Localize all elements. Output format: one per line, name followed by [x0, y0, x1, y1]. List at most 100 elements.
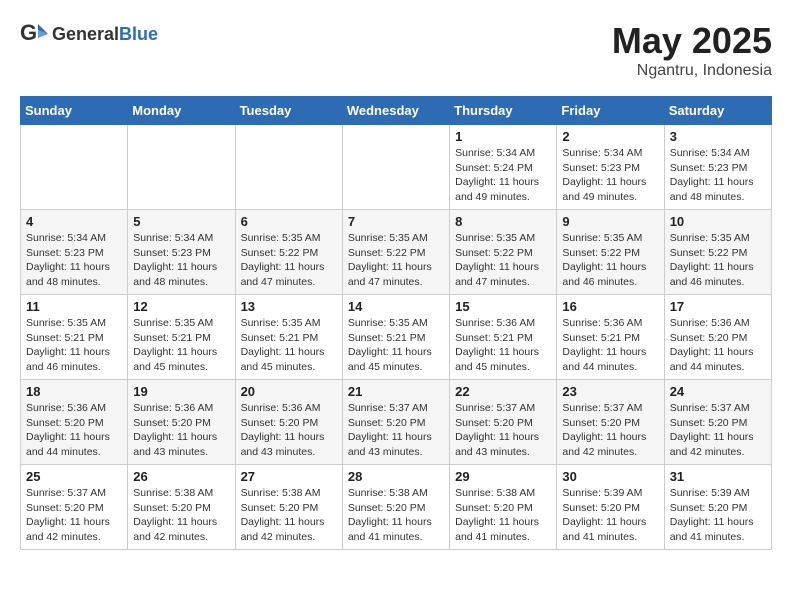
day-info: Sunrise: 5:34 AM Sunset: 5:24 PM Dayligh…	[455, 146, 551, 205]
day-info: Sunrise: 5:37 AM Sunset: 5:20 PM Dayligh…	[348, 401, 444, 460]
day-info: Sunrise: 5:36 AM Sunset: 5:21 PM Dayligh…	[562, 316, 658, 375]
day-info: Sunrise: 5:34 AM Sunset: 5:23 PM Dayligh…	[133, 231, 229, 290]
day-info: Sunrise: 5:38 AM Sunset: 5:20 PM Dayligh…	[455, 486, 551, 545]
day-info: Sunrise: 5:35 AM Sunset: 5:21 PM Dayligh…	[241, 316, 337, 375]
calendar-cell: 27 Sunrise: 5:38 AM Sunset: 5:20 PM Dayli…	[235, 465, 342, 550]
header-row: Sunday Monday Tuesday Wednesday Thursday…	[21, 97, 772, 125]
day-number: 1	[455, 129, 551, 144]
day-number: 15	[455, 299, 551, 314]
calendar-cell: 17 Sunrise: 5:36 AM Sunset: 5:20 PM Dayli…	[664, 295, 771, 380]
calendar-cell: 16Sunrise: 5:36 AM Sunset: 5:21 PM Dayli…	[557, 295, 664, 380]
day-number: 31	[670, 469, 766, 484]
col-saturday: Saturday	[664, 97, 771, 125]
day-info: Sunrise: 5:34 AM Sunset: 5:23 PM Dayligh…	[26, 231, 122, 290]
day-number: 23	[562, 384, 658, 399]
day-number: 10	[670, 214, 766, 229]
day-number: 22	[455, 384, 551, 399]
day-info: Sunrise: 5:35 AM Sunset: 5:22 PM Dayligh…	[670, 231, 766, 290]
col-friday: Friday	[557, 97, 664, 125]
day-number: 13	[241, 299, 337, 314]
day-info: Sunrise: 5:35 AM Sunset: 5:21 PM Dayligh…	[348, 316, 444, 375]
calendar-cell: 28 Sunrise: 5:38 AM Sunset: 5:20 PM Dayli…	[342, 465, 449, 550]
calendar-week-2: 4 Sunrise: 5:34 AM Sunset: 5:23 PM Daylig…	[21, 210, 772, 295]
day-info: Sunrise: 5:35 AM Sunset: 5:22 PM Dayligh…	[241, 231, 337, 290]
month-title: May 2025	[612, 20, 772, 62]
day-number: 3	[670, 129, 766, 144]
calendar-week-1: 1 Sunrise: 5:34 AM Sunset: 5:24 PM Daylig…	[21, 125, 772, 210]
calendar-cell: 9 Sunrise: 5:35 AM Sunset: 5:22 PM Daylig…	[557, 210, 664, 295]
calendar-cell: 5Sunrise: 5:34 AM Sunset: 5:23 PM Daylig…	[128, 210, 235, 295]
day-info: Sunrise: 5:39 AM Sunset: 5:20 PM Dayligh…	[670, 486, 766, 545]
day-number: 4	[26, 214, 122, 229]
day-info: Sunrise: 5:35 AM Sunset: 5:22 PM Dayligh…	[348, 231, 444, 290]
day-number: 11	[26, 299, 122, 314]
title-block: May 2025 Ngantru, Indonesia	[612, 20, 772, 80]
day-number: 28	[348, 469, 444, 484]
day-number: 6	[241, 214, 337, 229]
day-info: Sunrise: 5:37 AM Sunset: 5:20 PM Dayligh…	[26, 486, 122, 545]
logo-icon: G	[20, 20, 48, 48]
calendar-week-5: 25Sunrise: 5:37 AM Sunset: 5:20 PM Dayli…	[21, 465, 772, 550]
day-info: Sunrise: 5:38 AM Sunset: 5:20 PM Dayligh…	[241, 486, 337, 545]
day-info: Sunrise: 5:35 AM Sunset: 5:21 PM Dayligh…	[26, 316, 122, 375]
location-title: Ngantru, Indonesia	[612, 62, 772, 80]
calendar-cell: 11 Sunrise: 5:35 AM Sunset: 5:21 PM Dayli…	[21, 295, 128, 380]
day-info: Sunrise: 5:36 AM Sunset: 5:20 PM Dayligh…	[241, 401, 337, 460]
day-number: 17	[670, 299, 766, 314]
day-info: Sunrise: 5:36 AM Sunset: 5:21 PM Dayligh…	[455, 316, 551, 375]
calendar-cell: 12 Sunrise: 5:35 AM Sunset: 5:21 PM Dayli…	[128, 295, 235, 380]
col-wednesday: Wednesday	[342, 97, 449, 125]
calendar-cell: 23 Sunrise: 5:37 AM Sunset: 5:20 PM Dayli…	[557, 380, 664, 465]
day-info: Sunrise: 5:38 AM Sunset: 5:20 PM Dayligh…	[348, 486, 444, 545]
logo-blue: Blue	[119, 24, 158, 44]
day-info: Sunrise: 5:36 AM Sunset: 5:20 PM Dayligh…	[26, 401, 122, 460]
day-info: Sunrise: 5:37 AM Sunset: 5:20 PM Dayligh…	[562, 401, 658, 460]
day-info: Sunrise: 5:35 AM Sunset: 5:22 PM Dayligh…	[455, 231, 551, 290]
calendar-cell: 24Sunrise: 5:37 AM Sunset: 5:20 PM Dayli…	[664, 380, 771, 465]
logo-general: General	[52, 24, 119, 44]
day-number: 26	[133, 469, 229, 484]
day-info: Sunrise: 5:36 AM Sunset: 5:20 PM Dayligh…	[670, 316, 766, 375]
day-number: 27	[241, 469, 337, 484]
day-info: Sunrise: 5:39 AM Sunset: 5:20 PM Dayligh…	[562, 486, 658, 545]
day-number: 20	[241, 384, 337, 399]
calendar-cell: 15 Sunrise: 5:36 AM Sunset: 5:21 PM Dayli…	[450, 295, 557, 380]
calendar-cell: 4 Sunrise: 5:34 AM Sunset: 5:23 PM Daylig…	[21, 210, 128, 295]
calendar-cell: 19Sunrise: 5:36 AM Sunset: 5:20 PM Dayli…	[128, 380, 235, 465]
day-info: Sunrise: 5:34 AM Sunset: 5:23 PM Dayligh…	[562, 146, 658, 205]
day-number: 21	[348, 384, 444, 399]
calendar-cell: 21 Sunrise: 5:37 AM Sunset: 5:20 PM Dayli…	[342, 380, 449, 465]
day-number: 8	[455, 214, 551, 229]
col-tuesday: Tuesday	[235, 97, 342, 125]
day-info: Sunrise: 5:38 AM Sunset: 5:20 PM Dayligh…	[133, 486, 229, 545]
calendar-cell: 29 Sunrise: 5:38 AM Sunset: 5:20 PM Dayli…	[450, 465, 557, 550]
day-number: 29	[455, 469, 551, 484]
day-info: Sunrise: 5:34 AM Sunset: 5:23 PM Dayligh…	[670, 146, 766, 205]
calendar-cell: 14 Sunrise: 5:35 AM Sunset: 5:21 PM Dayli…	[342, 295, 449, 380]
calendar-week-3: 11 Sunrise: 5:35 AM Sunset: 5:21 PM Dayli…	[21, 295, 772, 380]
calendar-body: 1 Sunrise: 5:34 AM Sunset: 5:24 PM Daylig…	[21, 125, 772, 550]
day-number: 12	[133, 299, 229, 314]
day-info: Sunrise: 5:35 AM Sunset: 5:22 PM Dayligh…	[562, 231, 658, 290]
calendar-cell: 26 Sunrise: 5:38 AM Sunset: 5:20 PM Dayli…	[128, 465, 235, 550]
calendar-cell: 8 Sunrise: 5:35 AM Sunset: 5:22 PM Daylig…	[450, 210, 557, 295]
day-info: Sunrise: 5:35 AM Sunset: 5:21 PM Dayligh…	[133, 316, 229, 375]
calendar-cell: 18 Sunrise: 5:36 AM Sunset: 5:20 PM Dayli…	[21, 380, 128, 465]
calendar-cell	[342, 125, 449, 210]
day-number: 2	[562, 129, 658, 144]
day-number: 9	[562, 214, 658, 229]
day-number: 19	[133, 384, 229, 399]
calendar-cell: 6 Sunrise: 5:35 AM Sunset: 5:22 PM Daylig…	[235, 210, 342, 295]
calendar-cell: 2 Sunrise: 5:34 AM Sunset: 5:23 PM Daylig…	[557, 125, 664, 210]
calendar-cell	[21, 125, 128, 210]
day-number: 30	[562, 469, 658, 484]
calendar-table: Sunday Monday Tuesday Wednesday Thursday…	[20, 96, 772, 550]
calendar-cell: 30 Sunrise: 5:39 AM Sunset: 5:20 PM Dayli…	[557, 465, 664, 550]
calendar-cell: 1 Sunrise: 5:34 AM Sunset: 5:24 PM Daylig…	[450, 125, 557, 210]
calendar-week-4: 18 Sunrise: 5:36 AM Sunset: 5:20 PM Dayli…	[21, 380, 772, 465]
day-number: 14	[348, 299, 444, 314]
day-number: 18	[26, 384, 122, 399]
day-number: 7	[348, 214, 444, 229]
calendar-cell: 20 Sunrise: 5:36 AM Sunset: 5:20 PM Dayli…	[235, 380, 342, 465]
col-sunday: Sunday	[21, 97, 128, 125]
